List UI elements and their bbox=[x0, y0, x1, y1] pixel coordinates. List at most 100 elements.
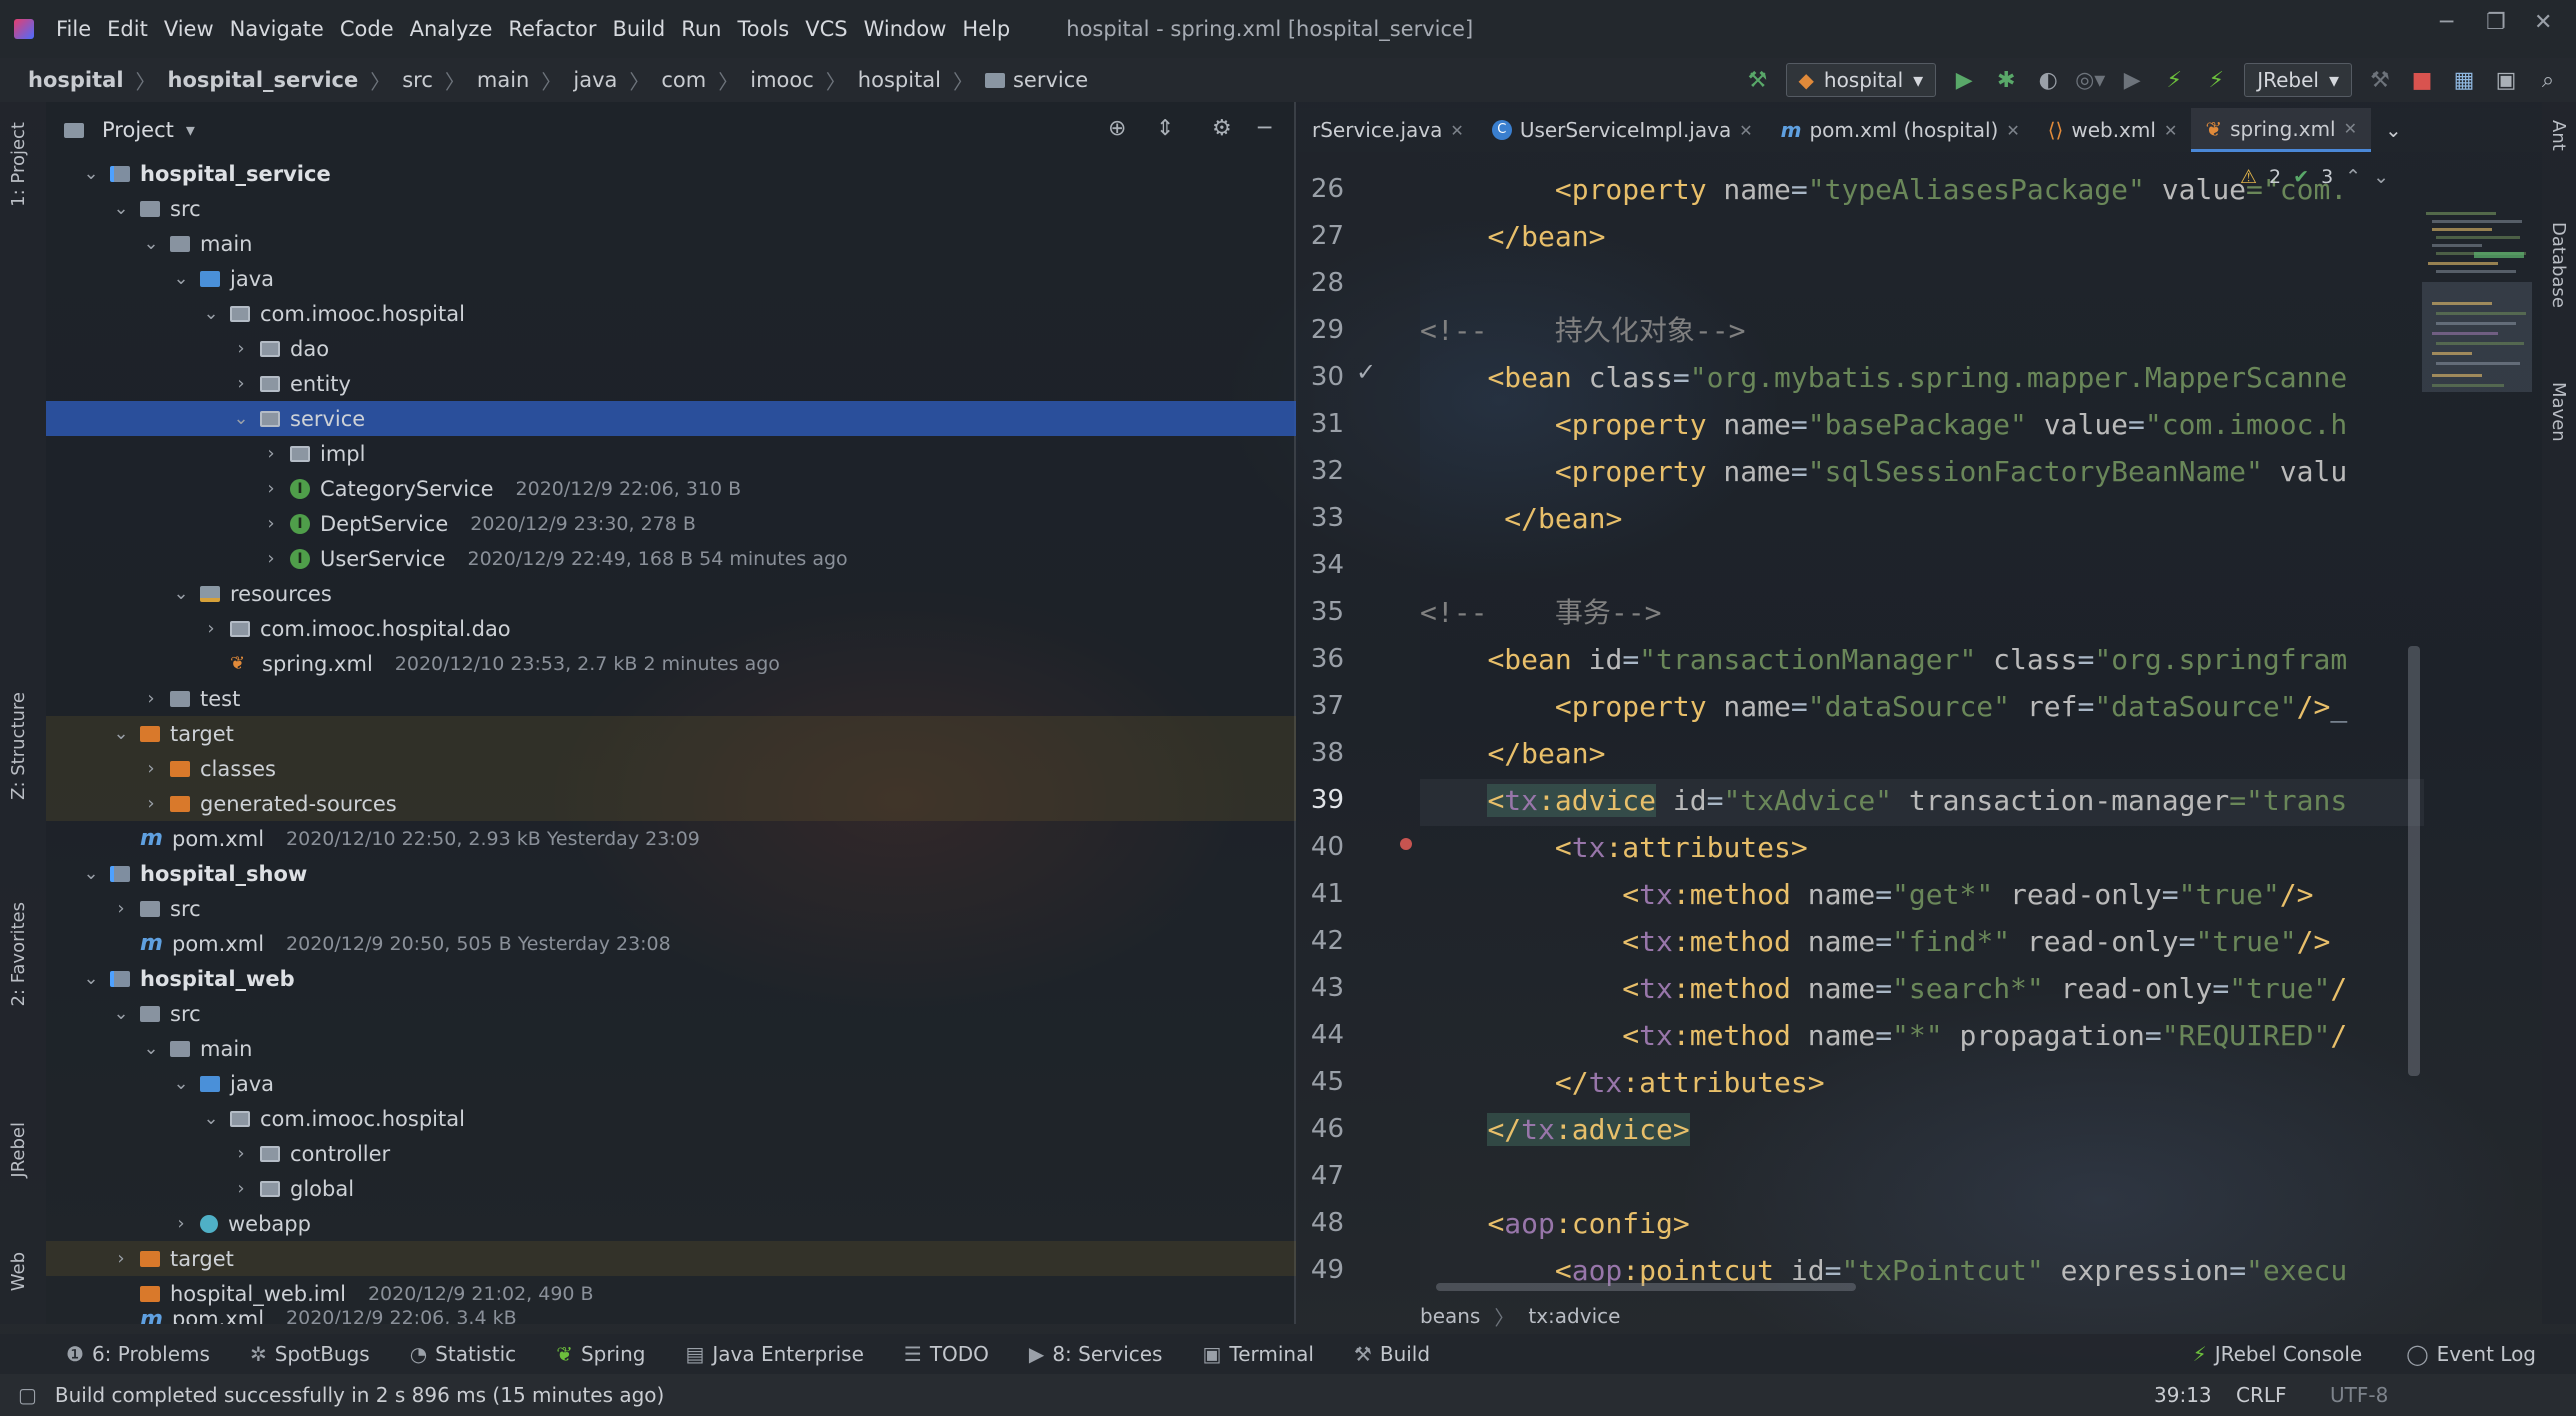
code-line[interactable]: <bean class="org.mybatis.spring.mapper.M… bbox=[1420, 354, 2347, 401]
todo-button[interactable]: ☰ TODO bbox=[904, 1342, 989, 1366]
editor-scrollbar[interactable] bbox=[2408, 646, 2420, 1076]
tree-item-folder[interactable]: › src bbox=[46, 891, 1296, 926]
favorites-tool-tab[interactable]: 2: Favorites bbox=[8, 902, 29, 1007]
tree-item-interface[interactable]: › I DeptService 2020/12/9 23:30, 278 B bbox=[46, 506, 1296, 541]
tree-item-package[interactable]: › impl bbox=[46, 436, 1296, 471]
inspection-widget[interactable]: ⚠ 2 ✔ 3 ⌃ ⌄ bbox=[2240, 166, 2389, 188]
close-icon[interactable]: ✕ bbox=[2344, 119, 2357, 138]
chevron-up-icon[interactable]: ⌃ bbox=[2345, 166, 2361, 188]
crumb-java[interactable]: java bbox=[573, 68, 617, 92]
hammer-disabled-icon[interactable]: ⚒ bbox=[2366, 66, 2394, 94]
crumb-main[interactable]: main bbox=[477, 68, 529, 92]
code-line[interactable]: </tx:attributes> bbox=[1420, 1059, 1825, 1106]
tree-item-package[interactable]: ⌄ com.imooc.hospital bbox=[46, 1101, 1296, 1136]
line-separator[interactable]: CRLF bbox=[2236, 1383, 2287, 1407]
tree-item-folder[interactable]: ⌄ main bbox=[46, 1031, 1296, 1066]
tree-item-package[interactable]: ⌄ com.imooc.hospital bbox=[46, 296, 1296, 331]
toggle-tool-windows-icon[interactable]: ▢ bbox=[18, 1383, 37, 1407]
java-enterprise-button[interactable]: ▤ Java Enterprise bbox=[685, 1342, 863, 1366]
tab-pom-xml[interactable]: m pom.xml (hospital) ✕ bbox=[1767, 108, 2034, 152]
event-log-button[interactable]: ◯ Event Log bbox=[2406, 1342, 2536, 1366]
database-tool-tab[interactable]: Database bbox=[2548, 222, 2569, 308]
menu-tools[interactable]: Tools bbox=[737, 17, 789, 41]
structure-tool-tab[interactable]: Z: Structure bbox=[8, 692, 29, 800]
tree-item-excluded[interactable]: › classes bbox=[46, 751, 1296, 786]
breakpoint-icon[interactable] bbox=[1400, 838, 1412, 850]
crumb-project[interactable]: hospital bbox=[28, 68, 124, 92]
tree-item-package[interactable]: › global bbox=[46, 1171, 1296, 1206]
menu-view[interactable]: View bbox=[164, 17, 214, 41]
code-line[interactable]: <bean id="transactionManager" class="org… bbox=[1420, 636, 2347, 683]
tree-item-source-root[interactable]: ⌄ java bbox=[46, 1066, 1296, 1101]
profile-icon[interactable]: ◎▾ bbox=[2075, 66, 2105, 94]
project-tool-tab[interactable]: 1: Project bbox=[8, 122, 29, 207]
restore-button[interactable]: ❐ bbox=[2486, 10, 2506, 35]
crumb-service[interactable]: service bbox=[1013, 68, 1088, 92]
run-disabled-icon[interactable]: ▶ bbox=[2118, 66, 2146, 94]
code-line[interactable]: <!-- 事务--> bbox=[1420, 589, 1661, 636]
breadcrumb-tx-advice[interactable]: tx:advice bbox=[1528, 1304, 1620, 1328]
code-line[interactable]: <aop:config> bbox=[1420, 1200, 1689, 1247]
tree-item-package[interactable]: › entity bbox=[46, 366, 1296, 401]
jrebel-tool-tab[interactable]: JRebel bbox=[8, 1122, 29, 1178]
build-button[interactable]: ⚒ Build bbox=[1354, 1342, 1430, 1366]
ant-tool-tab[interactable]: Ant bbox=[2548, 120, 2569, 151]
tab-userserviceimpl[interactable]: C UserServiceImpl.java ✕ bbox=[1478, 108, 1767, 152]
status-message[interactable]: Build completed successfully in 2 s 896 … bbox=[55, 1383, 664, 1407]
code-line[interactable]: </bean> bbox=[1420, 730, 1605, 777]
tree-item-interface[interactable]: › I UserService 2020/12/9 22:49, 168 B 54 m… bbox=[46, 541, 1296, 576]
crumb-imooc[interactable]: imooc bbox=[750, 68, 814, 92]
locate-icon[interactable]: ⊕ bbox=[1108, 116, 1126, 141]
crumb-com[interactable]: com bbox=[661, 68, 706, 92]
code-line[interactable]: </bean> bbox=[1420, 495, 1622, 542]
file-encoding[interactable]: UTF-8 bbox=[2330, 1383, 2388, 1407]
code-line[interactable]: <tx:advice id="txAdvice" transaction-man… bbox=[1420, 777, 2347, 824]
tree-item-module[interactable]: ⌄ hospital_service bbox=[46, 156, 1296, 191]
chevron-down-icon[interactable]: ▾ bbox=[186, 120, 195, 141]
collapse-all-icon[interactable]: ⇕ bbox=[1156, 116, 1174, 141]
jrebel-select[interactable]: JRebel ▾ bbox=[2244, 63, 2352, 97]
terminal-icon[interactable]: ▣ bbox=[2492, 66, 2520, 94]
tree-item-folder[interactable]: ⌄ src bbox=[46, 996, 1296, 1031]
web-tool-tab[interactable]: Web bbox=[8, 1252, 29, 1291]
caret-position[interactable]: 39:13 bbox=[2154, 1383, 2212, 1407]
tree-item-file[interactable]: m pom.xml 2020/12/10 22:50, 2.93 kB Yester… bbox=[46, 821, 1296, 856]
terminal-button[interactable]: ▣ Terminal bbox=[1202, 1342, 1313, 1366]
crumb-src[interactable]: src bbox=[402, 68, 433, 92]
tree-item-module[interactable]: ⌄ hospital_show bbox=[46, 856, 1296, 891]
tree-item-package[interactable]: › com.imooc.hospital.dao bbox=[46, 611, 1296, 646]
menu-navigate[interactable]: Navigate bbox=[230, 17, 324, 41]
project-structure-icon[interactable]: ▦ bbox=[2450, 66, 2478, 94]
jrebel-run-icon[interactable]: ⚡ bbox=[2160, 66, 2188, 94]
tree-item-excluded[interactable]: › generated-sources bbox=[46, 786, 1296, 821]
close-button[interactable]: ✕ bbox=[2534, 10, 2552, 35]
menu-refactor[interactable]: Refactor bbox=[508, 17, 596, 41]
code-line[interactable]: <property name="typeAliasesPackage" valu… bbox=[1420, 166, 2347, 213]
code-line[interactable]: </tx:advice> bbox=[1420, 1106, 1690, 1153]
menu-run[interactable]: Run bbox=[681, 17, 721, 41]
menu-edit[interactable]: Edit bbox=[107, 17, 148, 41]
build-hammer-icon[interactable]: ⚒ bbox=[1744, 66, 1772, 94]
code-line[interactable]: <!-- 持久化对象--> bbox=[1420, 307, 1745, 354]
tree-item-folder[interactable]: › webapp bbox=[46, 1206, 1296, 1241]
menu-help[interactable]: Help bbox=[962, 17, 1010, 41]
project-panel-title[interactable]: Project bbox=[102, 118, 174, 142]
spring-button[interactable]: ❦ Spring bbox=[556, 1342, 645, 1366]
breadcrumb-beans[interactable]: beans bbox=[1420, 1304, 1480, 1328]
code-line[interactable]: <tx:method name="search*" read-only="tru… bbox=[1420, 965, 2347, 1012]
hide-icon[interactable]: ─ bbox=[1258, 116, 1271, 141]
horizontal-scrollbar[interactable] bbox=[1436, 1283, 1856, 1291]
spotbugs-button[interactable]: ✲ SpotBugs bbox=[250, 1342, 370, 1366]
search-icon[interactable]: ⌕ bbox=[2534, 66, 2562, 94]
menu-window[interactable]: Window bbox=[864, 17, 947, 41]
jrebel-console-button[interactable]: ⚡ JRebel Console bbox=[2193, 1342, 2363, 1366]
tab-spring-xml[interactable]: ❦ spring.xml ✕ bbox=[2191, 108, 2372, 152]
crumb-module[interactable]: hospital_service bbox=[168, 68, 359, 92]
code-line[interactable]: <tx:method name="get*" read-only="true"/… bbox=[1420, 871, 2313, 918]
menu-analyze[interactable]: Analyze bbox=[410, 17, 493, 41]
tree-item-file[interactable]: ❦ spring.xml 2020/12/10 23:53, 2.7 kB 2 mi… bbox=[46, 646, 1296, 681]
menu-file[interactable]: File bbox=[56, 17, 91, 41]
code-line[interactable]: <tx:method name="*" propagation="REQUIRE… bbox=[1420, 1012, 2347, 1059]
close-icon[interactable]: ✕ bbox=[2006, 121, 2019, 140]
maven-tool-tab[interactable]: Maven bbox=[2548, 382, 2569, 442]
